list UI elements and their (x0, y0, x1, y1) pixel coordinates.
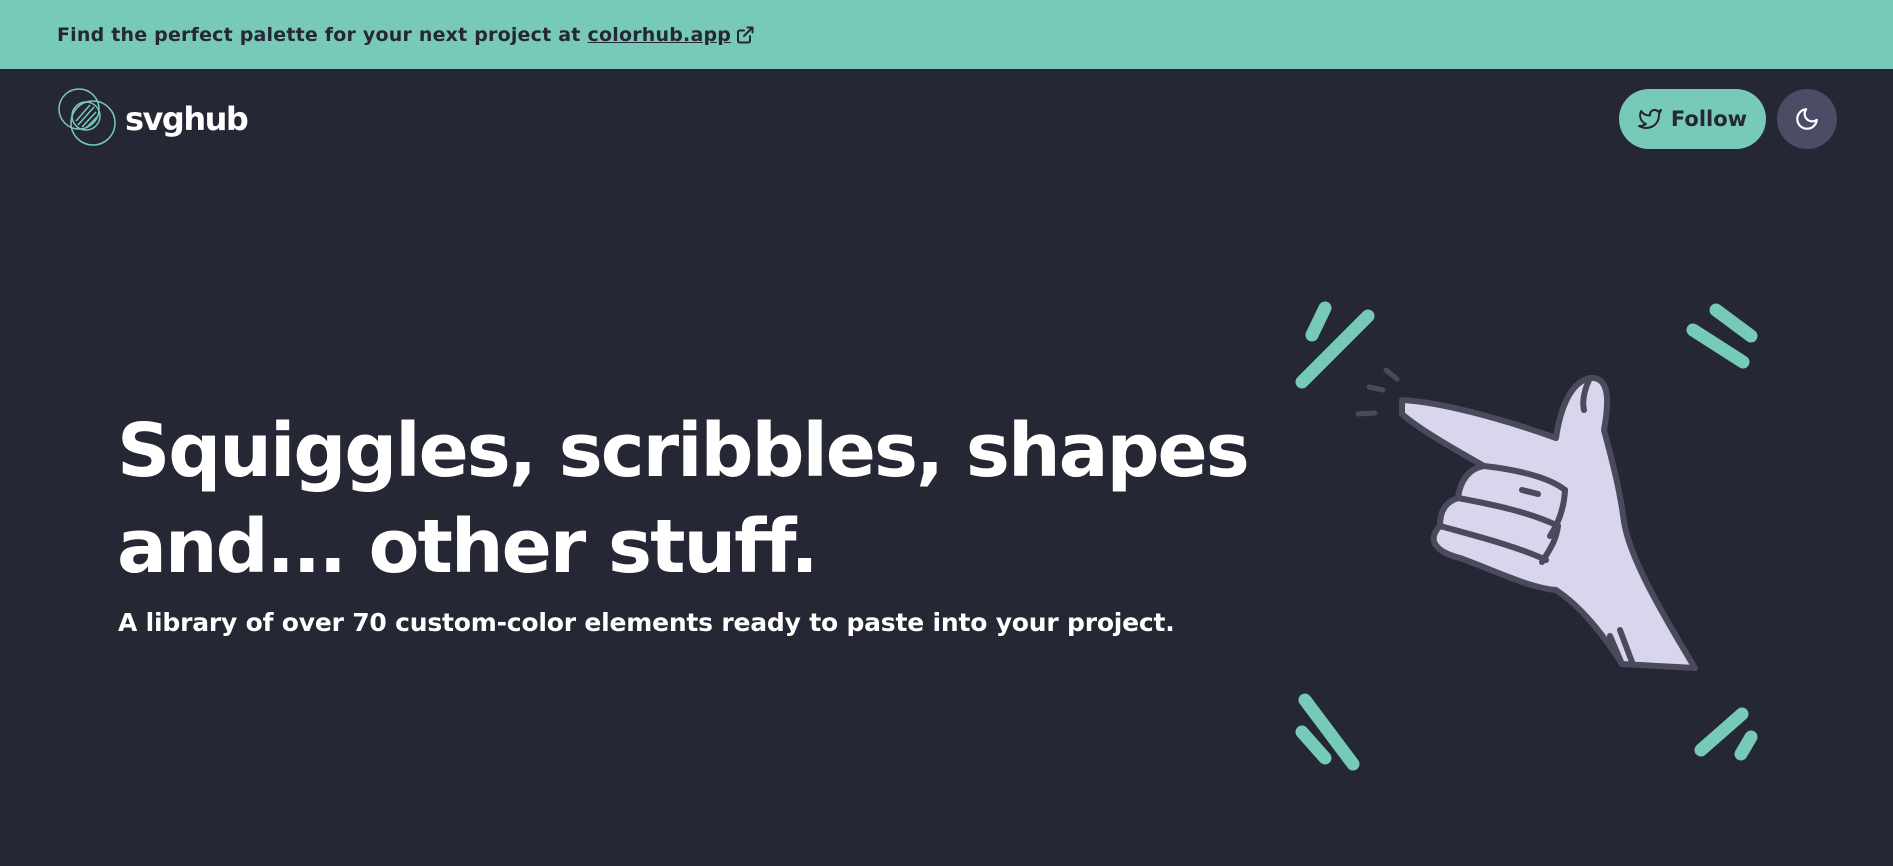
hero-subtitle: A library of over 70 custom-color elemen… (118, 608, 1175, 637)
promo-banner: Find the perfect palette for your next p… (0, 0, 1893, 69)
logo-text: svghub (125, 100, 249, 138)
accent-mark (1686, 323, 1750, 369)
moon-icon (1796, 108, 1818, 130)
theme-toggle-button[interactable] (1777, 89, 1837, 149)
accent-mark (1734, 730, 1758, 761)
follow-label: Follow (1670, 107, 1748, 131)
accent-mark (1709, 303, 1758, 343)
hero-headline-line2: and... other stuff. (117, 504, 819, 590)
banner-text: Find the perfect palette for your next p… (57, 23, 581, 46)
follow-button[interactable]: Follow (1619, 89, 1766, 149)
accent-mark (1694, 707, 1749, 757)
svghub-logo-icon (57, 87, 117, 151)
accent-mark (1305, 301, 1332, 342)
hand-shape (1399, 375, 1698, 671)
pointing-hand-illustration (1280, 290, 1760, 784)
external-link-icon[interactable] (735, 25, 755, 45)
hero-headline: Squiggles, scribbles, shapes and... othe… (117, 403, 1267, 595)
logo[interactable]: svghub (57, 87, 249, 151)
twitter-icon (1637, 109, 1662, 129)
hero-headline-line1: Squiggles, scribbles, shapes (117, 408, 1250, 494)
accent-mark (1295, 725, 1332, 765)
colorhub-link[interactable]: colorhub.app (588, 24, 732, 46)
